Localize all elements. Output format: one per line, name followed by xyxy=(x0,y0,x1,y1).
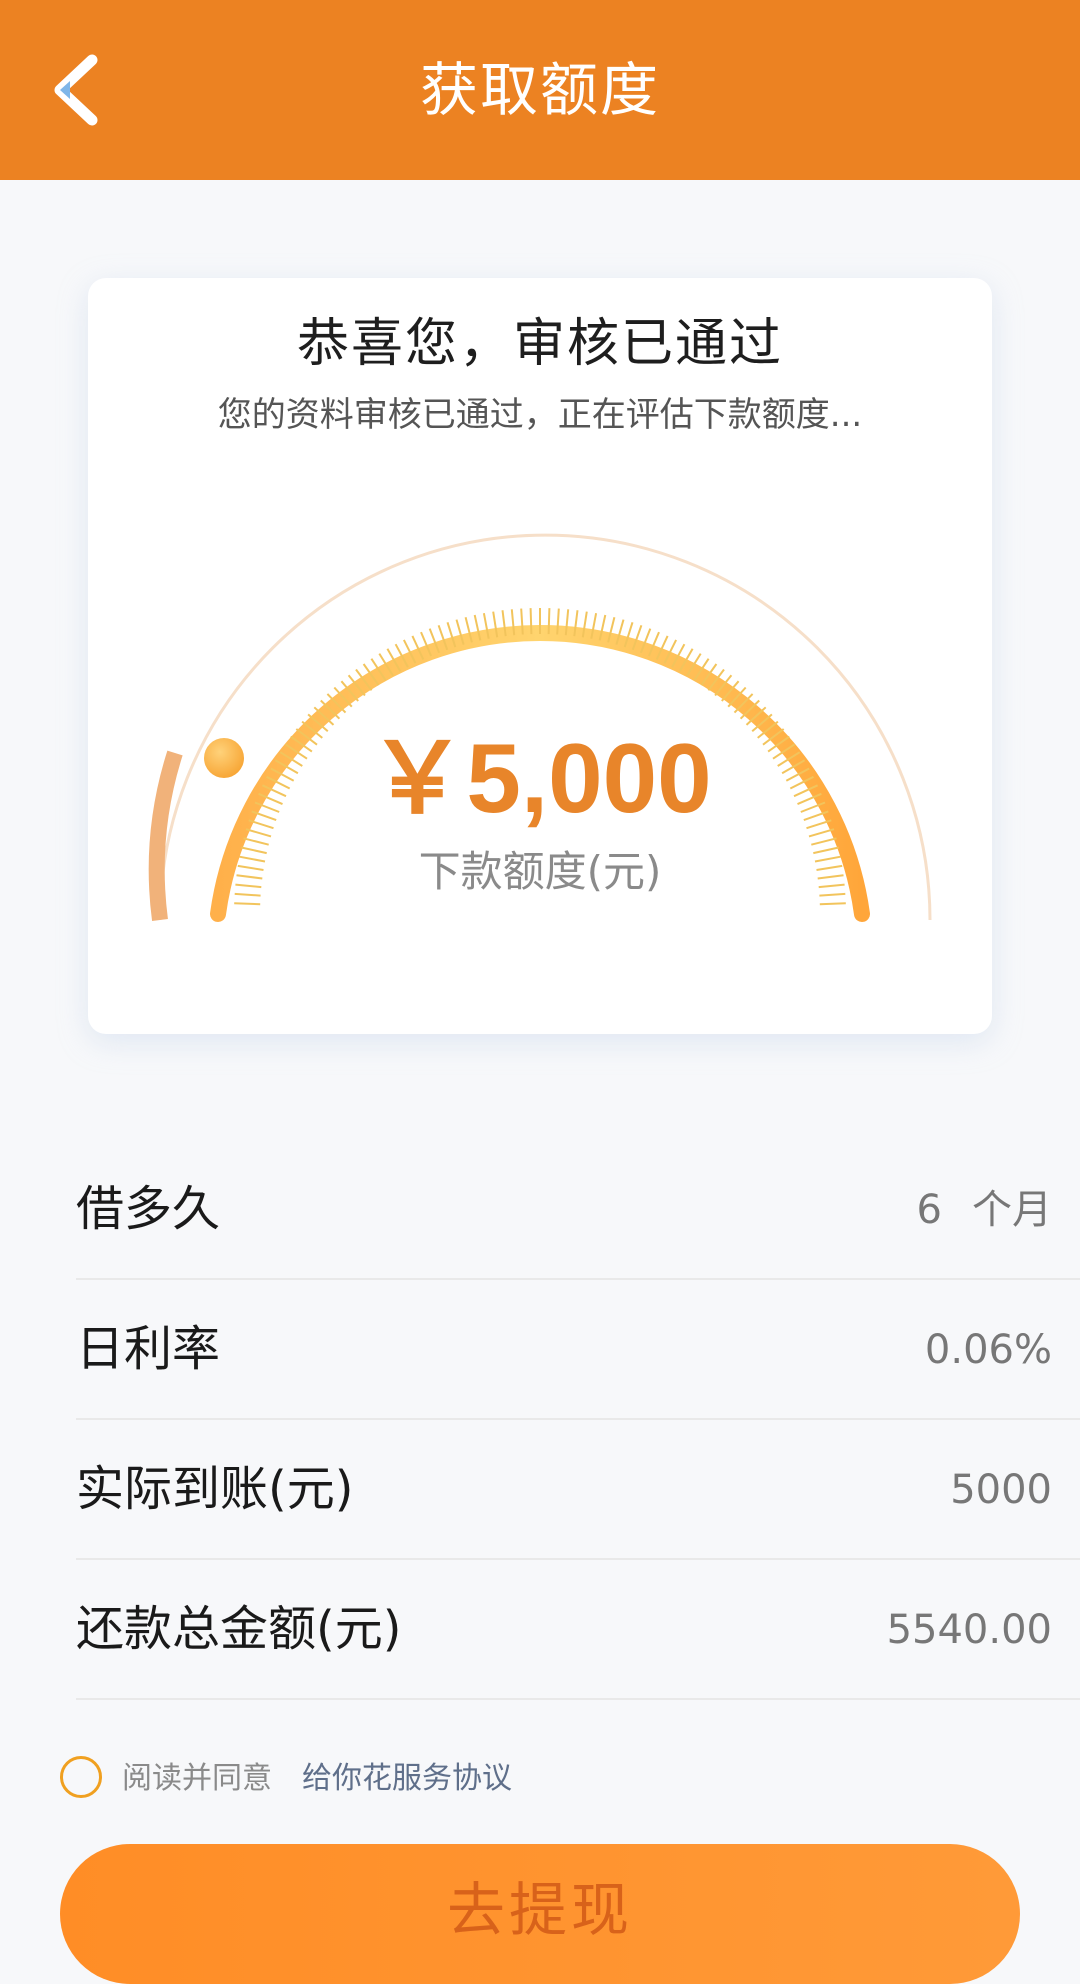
detail-value: 5000 xyxy=(950,1467,1052,1513)
detail-row-term[interactable]: 借多久 6 个月 xyxy=(76,1140,1080,1280)
agreement-checkbox[interactable] xyxy=(60,1756,102,1798)
term-unit: 个月 xyxy=(972,1187,1052,1233)
gauge-tick xyxy=(819,902,846,906)
withdraw-button-label: 去提现 xyxy=(446,1876,633,1944)
detail-row-total-repayment: 还款总金额(元) 5540.00 xyxy=(76,1560,1080,1700)
service-agreement-link[interactable]: 给你花服务协议 xyxy=(302,1754,512,1804)
detail-label: 实际到账(元) xyxy=(76,1461,354,1517)
detail-row-daily-rate: 日利率 0.06% xyxy=(76,1280,1080,1420)
detail-value: 5540.00 xyxy=(886,1607,1052,1653)
gauge-tick xyxy=(529,608,533,635)
withdraw-button[interactable]: 去提现 xyxy=(60,1844,1020,1984)
loan-details-list: 借多久 6 个月 日利率 0.06% 实际到账(元) 5000 还款总金额(元) … xyxy=(76,1140,1080,1700)
detail-label: 还款总金额(元) xyxy=(76,1601,402,1657)
page-title: 获取额度 xyxy=(419,56,660,124)
gauge-tick xyxy=(547,608,551,635)
detail-label: 借多久 xyxy=(76,1181,221,1237)
app-header: 获取额度 xyxy=(0,0,1080,180)
approval-card: 恭喜您，审核已通过 您的资料审核已通过，正在评估下款额度... ￥5,000 下… xyxy=(88,278,992,1034)
loan-amount-label: 下款额度(元) xyxy=(418,847,662,896)
detail-value: 0.06% xyxy=(924,1327,1052,1373)
credit-gauge xyxy=(148,533,932,922)
detail-row-received: 实际到账(元) 5000 xyxy=(76,1420,1080,1560)
agreement-prefix: 阅读并同意 xyxy=(122,1761,272,1796)
loan-amount: ￥5,000 xyxy=(368,723,712,833)
gauge-tick xyxy=(234,902,261,906)
detail-value: 6 个月 xyxy=(917,1178,1052,1242)
detail-label: 日利率 xyxy=(76,1321,221,1377)
term-number: 6 xyxy=(916,1187,942,1233)
agreement-row: 阅读并同意 给你花服务协议 xyxy=(60,1754,960,1804)
